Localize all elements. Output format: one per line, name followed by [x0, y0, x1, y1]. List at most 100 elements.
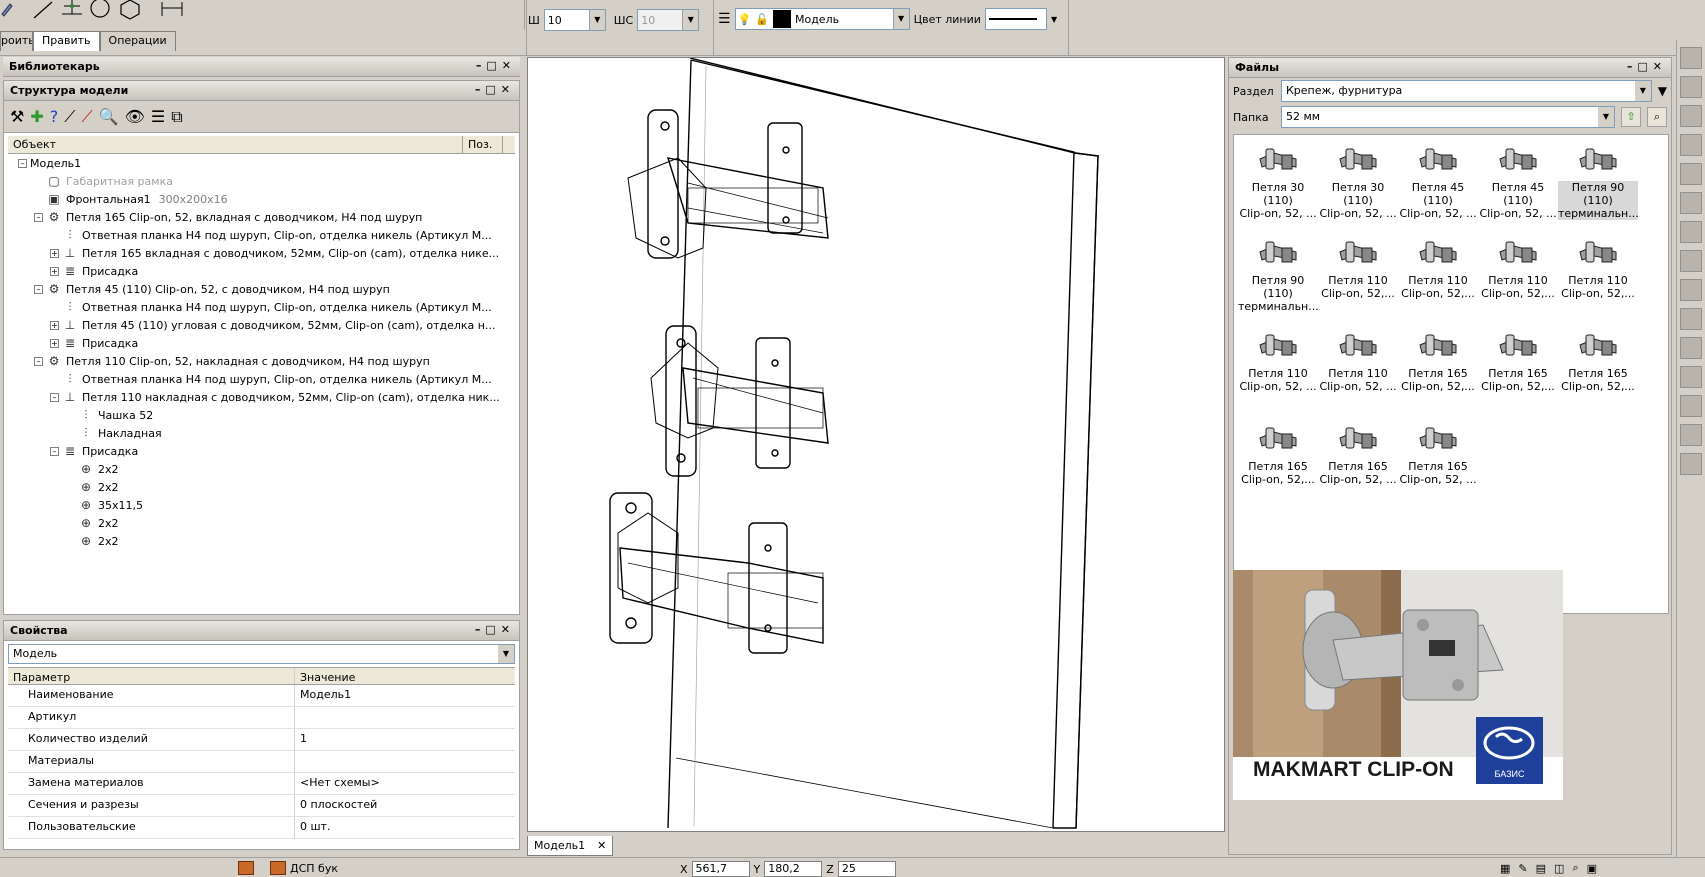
visibility-icon[interactable]: 👁 — [125, 107, 145, 126]
tree-row[interactable]: ⊕ 2x2 — [8, 460, 519, 478]
tool-icon[interactable] — [1680, 308, 1702, 330]
tool-icon[interactable] — [1680, 134, 1702, 156]
tree-row[interactable]: – ⚙ Петля 165 Clip-on, 52, вкладная с дово… — [8, 208, 519, 226]
tree-row[interactable]: ⫶ Чашка 52 — [8, 406, 519, 424]
tree-row[interactable]: ⫶ Ответная планка H4 под шуруп, Clip-on, … — [8, 370, 519, 388]
file-item[interactable]: Петля 45 (110) Clip-on, 52, ... — [1478, 141, 1558, 234]
table-row[interactable]: Наименование Модель1 — [8, 685, 515, 707]
panel-controls[interactable]: –□✕ — [476, 59, 516, 72]
pencil-icon[interactable] — [1, 3, 13, 17]
tree-row[interactable]: ⊕ 35x11,5 — [8, 496, 519, 514]
group-icon[interactable]: ⧉ — [171, 107, 182, 127]
file-item[interactable]: Петля 90 (110) терминальн... — [1558, 141, 1638, 234]
tree-row[interactable]: – Модель1 — [8, 154, 519, 172]
panel-controls[interactable]: –□✕ — [475, 623, 515, 636]
properties-panel-header[interactable]: Свойства –□✕ — [4, 621, 519, 641]
table-row[interactable]: Артикул — [8, 707, 515, 729]
file-item[interactable]: Петля 165 Clip-on, 52,... — [1558, 327, 1638, 420]
file-item[interactable]: Петля 110 Clip-on, 52,... — [1558, 234, 1638, 327]
dimension-tool-icon[interactable] — [161, 2, 183, 16]
tree-row[interactable]: ⊕ 2x2 — [8, 532, 519, 550]
lightbulb-icon[interactable]: 💡 — [738, 13, 752, 26]
filter-icon[interactable]: ▼ — [1658, 84, 1667, 98]
expand-icon[interactable]: + — [50, 320, 59, 330]
add-icon[interactable]: ✚ — [30, 107, 43, 126]
table-row[interactable]: Материалы — [8, 751, 515, 773]
disconnect-icon[interactable]: ⟋ — [81, 107, 92, 127]
chevron-down-icon[interactable]: ▼ — [1051, 15, 1057, 24]
connect-icon[interactable]: ⟋ — [64, 107, 75, 127]
ws-select[interactable]: 10 ▼ — [637, 9, 700, 31]
tab-build[interactable]: роить — [0, 31, 33, 51]
tool-icon[interactable] — [1680, 337, 1702, 359]
file-item[interactable]: Петля 90 (110) терминальн... — [1238, 234, 1318, 327]
librarian-panel-header[interactable]: Библиотекарь –□✕ — [3, 57, 520, 77]
tree-row[interactable]: ▣ Фронтальная1 300x200x16 — [8, 190, 519, 208]
file-item[interactable]: Петля 110 Clip-on, 52,... — [1478, 234, 1558, 327]
tool-icon[interactable] — [1680, 76, 1702, 98]
polygon-tool-icon[interactable] — [120, 0, 140, 20]
grid-icon[interactable]: ▤ — [1536, 862, 1546, 875]
line-tool-icon[interactable] — [33, 1, 53, 19]
col-pos[interactable]: Поз. — [463, 136, 503, 153]
tab-edit[interactable]: Править — [33, 31, 100, 51]
file-item[interactable]: Петля 30 (110) Clip-on, 52, ... — [1318, 141, 1398, 234]
multi-line-tool-icon[interactable] — [62, 0, 82, 15]
zoom-icon[interactable]: 🔍 — [99, 107, 119, 126]
tree-row[interactable]: ⫶ Накладная — [8, 424, 519, 442]
file-item[interactable]: Петля 30 (110) Clip-on, 52, ... — [1238, 141, 1318, 234]
tool-icon[interactable] — [1680, 221, 1702, 243]
help-icon[interactable]: ? — [50, 107, 59, 126]
table-row[interactable]: Замена материалов <Нет схемы> — [8, 773, 515, 795]
tree-row[interactable]: + ≣ Присадка — [8, 262, 519, 280]
collapse-icon[interactable]: – — [18, 158, 27, 168]
tool-icon[interactable] — [1680, 192, 1702, 214]
tree-row[interactable]: + ⊥ Петля 45 (110) угловая с доводчиком, 5… — [8, 316, 519, 334]
tree-row[interactable]: + ≣ Присадка — [8, 334, 519, 352]
tool-icon[interactable] — [1680, 47, 1702, 69]
tool-icon[interactable] — [1680, 163, 1702, 185]
file-item[interactable]: Петля 110 Clip-on, 52,... — [1318, 234, 1398, 327]
material-status[interactable]: ДСП бук — [238, 861, 338, 875]
tool-icon[interactable] — [1680, 366, 1702, 388]
circle-tool-icon[interactable] — [90, 0, 110, 18]
tree-row[interactable]: ⊕ 2x2 — [8, 514, 519, 532]
tree-row[interactable]: – ⚙ Петля 110 Clip-on, 52, накладная с дов… — [8, 352, 519, 370]
x-coordinate-field[interactable]: 561,7 — [691, 861, 750, 877]
edit-icon[interactable]: ✎ — [1518, 862, 1527, 875]
tool-icon[interactable] — [1680, 105, 1702, 127]
lock-icon[interactable]: 🔓 — [755, 13, 769, 26]
tool-icon[interactable] — [1680, 279, 1702, 301]
layers-icon[interactable]: ☰ — [718, 11, 731, 27]
close-icon[interactable]: ✕ — [597, 839, 606, 852]
collapse-icon[interactable]: – — [34, 212, 43, 222]
layer-select[interactable]: 💡 🔓 Модель ▼ — [734, 8, 910, 30]
collapse-icon[interactable]: – — [34, 356, 43, 366]
list-icon[interactable]: ☰ — [151, 107, 165, 126]
search-icon[interactable]: ⌕ — [1647, 107, 1667, 127]
tree-row[interactable]: ⫶ Ответная планка H4 под шуруп, Clip-on, … — [8, 226, 519, 244]
section-select[interactable]: Крепеж, фурнитура ▼ — [1281, 80, 1652, 102]
file-item[interactable]: Петля 45 (110) Clip-on, 52, ... — [1398, 141, 1478, 234]
collapse-icon[interactable]: – — [50, 392, 59, 402]
tree-row[interactable]: ⫶ Ответная планка H4 под шуруп, Clip-on, … — [8, 298, 519, 316]
tree-row[interactable]: – ≣ Присадка — [8, 442, 519, 460]
file-item[interactable]: Петля 165 Clip-on, 52, ... — [1398, 420, 1478, 513]
view-icon[interactable]: ◫ — [1554, 862, 1564, 875]
folder-up-icon[interactable]: ⇧ — [1621, 107, 1641, 127]
tree-row[interactable]: – ⚙ Петля 45 (110) Clip-on, 52, с доводчик… — [8, 280, 519, 298]
file-item[interactable]: Петля 165 Clip-on, 52, ... — [1318, 420, 1398, 513]
files-panel-header[interactable]: Файлы –□✕ — [1229, 58, 1671, 78]
table-row[interactable]: Количество изделий 1 — [8, 729, 515, 751]
folder-select[interactable]: 52 мм ▼ — [1281, 106, 1615, 128]
table-row[interactable]: Пользовательские 0 шт. — [8, 817, 515, 839]
tool-icon[interactable] — [1680, 250, 1702, 272]
file-item[interactable]: Петля 165 Clip-on, 52,... — [1398, 327, 1478, 420]
tree-row[interactable]: + ⊥ Петля 165 вкладная с доводчиком, 52мм,… — [8, 244, 519, 262]
collapse-icon[interactable]: – — [50, 446, 59, 456]
snap-icon[interactable]: ▦ — [1500, 862, 1510, 875]
tool-icon[interactable] — [1680, 395, 1702, 417]
properties-object-select[interactable]: Модель ▼ — [8, 644, 515, 664]
col-object[interactable]: Объект — [8, 136, 463, 153]
magnifier-icon[interactable]: ⌕ — [1572, 861, 1578, 875]
